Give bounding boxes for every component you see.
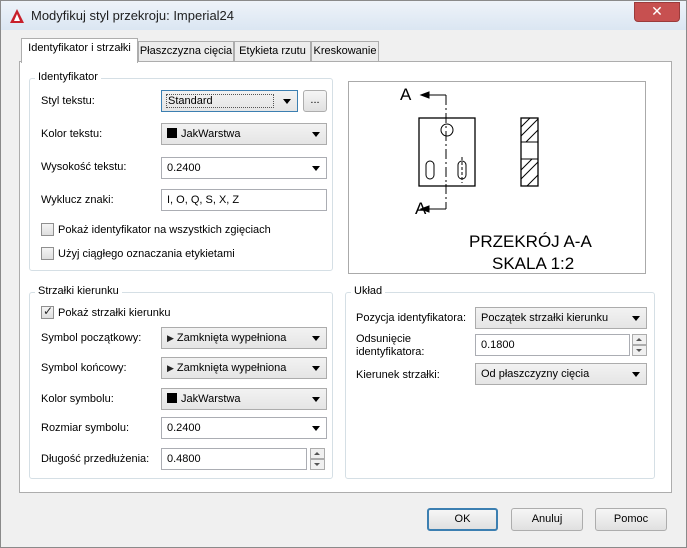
end-symbol-value: Zamknięta wypełniona	[176, 362, 287, 374]
chevron-down-icon	[312, 426, 320, 431]
ok-label: OK	[454, 513, 471, 525]
start-symbol-combo[interactable]: ▶ Zamknięta wypełniona	[161, 327, 327, 349]
spin-up-icon[interactable]	[310, 448, 325, 459]
cancel-label: Anuluj	[531, 513, 563, 525]
text-style-value: Standard	[166, 94, 274, 108]
arrows-group-title: Strzałki kierunku	[35, 285, 122, 297]
tab-label: Identyfikator i strzałki	[28, 42, 131, 54]
chevron-down-icon	[632, 372, 640, 377]
ok-button[interactable]: OK	[427, 508, 498, 531]
chevron-down-icon	[312, 132, 320, 137]
start-symbol-value: Zamknięta wypełniona	[176, 332, 287, 344]
continuous-labeling-checkbox[interactable]	[41, 247, 54, 260]
exclude-chars-value: I, O, Q, S, X, Z	[167, 194, 240, 206]
identifier-offset-value: 0.1800	[481, 339, 515, 351]
symbol-size-value: 0.2400	[167, 422, 201, 434]
end-symbol-combo[interactable]: ▶ Zamknięta wypełniona	[161, 357, 327, 379]
chevron-down-icon	[312, 166, 320, 171]
help-label: Pomoc	[613, 513, 649, 525]
chevron-down-icon	[312, 336, 320, 341]
section-title-text: PRZEKRÓJ A-A	[469, 232, 592, 251]
layout-group-title: Układ	[351, 285, 386, 297]
spin-up-icon[interactable]	[632, 334, 647, 345]
tab-hatching[interactable]: Kreskowanie	[311, 41, 379, 62]
symbol-color-value: JakWarstwa	[181, 393, 241, 405]
start-symbol-label: Symbol początkowy:	[41, 332, 142, 344]
symbol-size-combo[interactable]: 0.2400	[161, 417, 327, 439]
cut-label-bottom: A	[415, 199, 427, 218]
show-all-bends-checkbox[interactable]	[41, 223, 54, 236]
identifier-group-title: Identyfikator	[35, 71, 101, 83]
text-style-label: Styl tekstu:	[41, 95, 95, 107]
autocad-app-icon	[10, 9, 24, 23]
identifier-offset-label-line2: identyfikatora:	[356, 346, 425, 358]
closed-filled-arrow-icon: ▶	[167, 334, 174, 344]
extension-length-label: Długość przedłużenia:	[41, 453, 150, 465]
identifier-offset-label-line1: Odsunięcie	[356, 333, 412, 345]
section-preview: A A PRZEKRÓJ A-A SKALA 1:2	[348, 81, 646, 274]
window-title: Modyfikuj styl przekroju: Imperial24	[31, 8, 235, 23]
tab-identifier-and-arrows[interactable]: Identyfikator i strzałki	[21, 38, 138, 63]
continuous-labeling-label: Użyj ciągłego oznaczania etykietami	[58, 248, 235, 260]
symbol-color-label: Kolor symbolu:	[41, 393, 114, 405]
arrow-direction-value: Od płaszczyzny cięcia	[481, 368, 590, 380]
symbol-color-combo[interactable]: JakWarstwa	[161, 388, 327, 410]
exclude-chars-label: Wyklucz znaki:	[41, 194, 114, 206]
identifier-position-combo[interactable]: Początek strzałki kierunku	[475, 307, 647, 329]
extension-length-input[interactable]: 0.4800	[161, 448, 307, 470]
text-height-combo[interactable]: 0.2400	[161, 157, 327, 179]
tab-label: Płaszczyzna cięcia	[139, 45, 233, 57]
text-height-label: Wysokość tekstu:	[41, 161, 127, 173]
closed-filled-arrow-icon: ▶	[167, 364, 174, 374]
chevron-down-icon	[312, 397, 320, 402]
dialog-window: Modyfikuj styl przekroju: Imperial24 ✕ I…	[0, 0, 687, 548]
chevron-down-icon	[632, 316, 640, 321]
text-color-value: JakWarstwa	[181, 128, 241, 140]
text-color-label: Kolor tekstu:	[41, 128, 103, 140]
identifier-offset-input[interactable]: 0.1800	[475, 334, 630, 356]
tab-label: Kreskowanie	[313, 45, 377, 57]
browse-label: ...	[310, 94, 320, 106]
identifier-position-value: Początek strzałki kierunku	[481, 312, 609, 324]
help-button[interactable]: Pomoc	[595, 508, 667, 531]
cut-label-top: A	[400, 85, 412, 104]
spin-down-icon[interactable]	[310, 459, 325, 470]
tab-cutting-plane[interactable]: Płaszczyzna cięcia	[138, 41, 234, 62]
identifier-offset-spinner[interactable]	[632, 334, 647, 356]
text-color-combo[interactable]: JakWarstwa	[161, 123, 327, 145]
color-swatch-icon	[167, 393, 177, 403]
extension-length-value: 0.4800	[167, 453, 201, 465]
arrow-direction-label: Kierunek strzałki:	[356, 369, 440, 381]
cancel-button[interactable]: Anuluj	[511, 508, 583, 531]
show-arrows-label: Pokaż strzałki kierunku	[58, 307, 171, 319]
arrow-direction-combo[interactable]: Od płaszczyzny cięcia	[475, 363, 647, 385]
close-icon: ✕	[651, 4, 663, 20]
identifier-position-label: Pozycja identyfikatora:	[356, 312, 467, 324]
text-style-combo[interactable]: Standard	[161, 90, 298, 112]
show-arrows-checkbox[interactable]	[41, 304, 54, 319]
spin-down-icon[interactable]	[632, 345, 647, 356]
exclude-chars-input[interactable]: I, O, Q, S, X, Z	[161, 189, 327, 211]
title-bar: Modyfikuj styl przekroju: Imperial24 ✕	[1, 1, 686, 30]
section-scale-text: SKALA 1:2	[492, 254, 575, 273]
close-button[interactable]: ✕	[634, 2, 680, 22]
text-height-value: 0.2400	[167, 162, 201, 174]
show-all-bends-label: Pokaż identyfikator na wszystkich zgięci…	[58, 224, 271, 236]
extension-length-spinner[interactable]	[310, 448, 325, 470]
browse-text-style-button[interactable]: ...	[303, 90, 327, 112]
end-symbol-label: Symbol końcowy:	[41, 362, 127, 374]
chevron-down-icon	[283, 99, 291, 104]
symbol-size-label: Rozmiar symbolu:	[41, 422, 130, 434]
color-swatch-icon	[167, 128, 177, 138]
tab-view-label[interactable]: Etykieta rzutu	[234, 41, 311, 62]
tab-label: Etykieta rzutu	[239, 45, 306, 57]
chevron-down-icon	[312, 366, 320, 371]
